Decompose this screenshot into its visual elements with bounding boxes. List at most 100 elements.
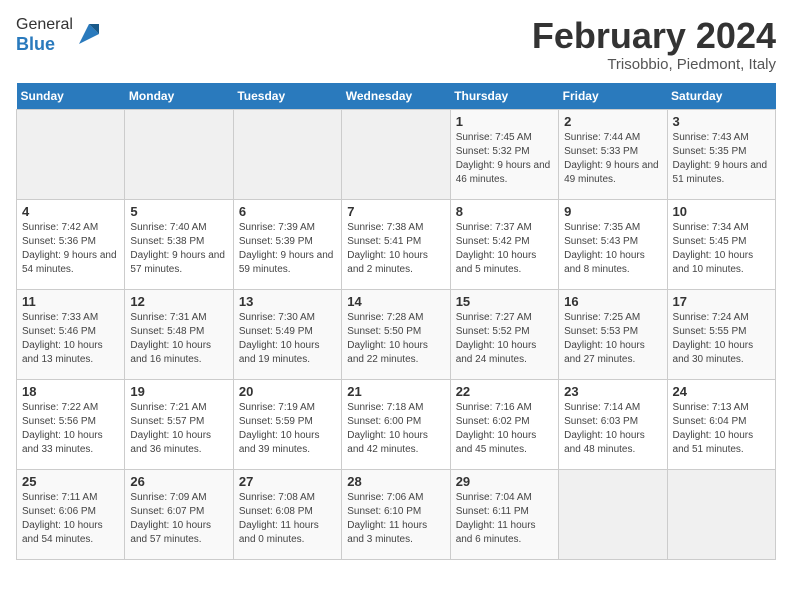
day-number: 16 [564, 294, 661, 309]
day-number: 7 [347, 204, 444, 219]
calendar-cell: 12Sunrise: 7:31 AMSunset: 5:48 PMDayligh… [125, 289, 233, 379]
calendar-cell [125, 109, 233, 199]
day-number: 1 [456, 114, 553, 129]
day-info: Sunrise: 7:31 AMSunset: 5:48 PMDaylight:… [130, 311, 227, 367]
day-info: Sunrise: 7:16 AMSunset: 6:02 PMDaylight:… [456, 401, 553, 457]
day-number: 19 [130, 384, 227, 399]
day-info: Sunrise: 7:13 AMSunset: 6:04 PMDaylight:… [673, 401, 770, 457]
logo-icon [75, 20, 103, 48]
calendar-cell: 22 Sunrise: 7:16 AMSunset: 6:02 PMDayligh… [450, 379, 558, 469]
calendar-cell: 20 Sunrise: 7:19 AMSunset: 5:59 PMDayligh… [233, 379, 341, 469]
calendar-cell: 16 Sunrise: 7:25 AMSunset: 5:53 PMDayligh… [559, 289, 667, 379]
calendar-title: February 2024 [532, 16, 776, 56]
calendar-cell: 26 Sunrise: 7:09 AMSunset: 6:07 PMDayligh… [125, 469, 233, 559]
header-thursday: Thursday [450, 83, 558, 110]
days-header-row: Sunday Monday Tuesday Wednesday Thursday… [17, 83, 776, 110]
calendar-cell: 29Sunrise: 7:04 AMSunset: 6:11 PMDayligh… [450, 469, 558, 559]
day-number: 5 [130, 204, 227, 219]
day-number: 28 [347, 474, 444, 489]
calendar-cell: 7 Sunrise: 7:38 AMSunset: 5:41 PMDaylight… [342, 199, 450, 289]
day-info: Sunrise: 7:22 AMSunset: 5:56 PMDaylight:… [22, 401, 119, 457]
day-number: 3 [673, 114, 770, 129]
day-info: Sunrise: 7:25 AMSunset: 5:53 PMDaylight:… [564, 311, 661, 367]
calendar-cell: 4 Sunrise: 7:42 AMSunset: 5:36 PMDaylight… [17, 199, 125, 289]
calendar-cell: 2 Sunrise: 7:44 AMSunset: 5:33 PMDaylight… [559, 109, 667, 199]
calendar-cell [233, 109, 341, 199]
calendar-cell: 17Sunrise: 7:24 AMSunset: 5:55 PMDayligh… [667, 289, 775, 379]
day-number: 11 [22, 294, 119, 309]
day-number: 8 [456, 204, 553, 219]
day-number: 14 [347, 294, 444, 309]
day-info: Sunrise: 7:38 AMSunset: 5:41 PMDaylight:… [347, 221, 444, 277]
calendar-cell: 27 Sunrise: 7:08 AMSunset: 6:08 PMDayligh… [233, 469, 341, 559]
calendar-week-3: 11Sunrise: 7:33 AMSunset: 5:46 PMDayligh… [17, 289, 776, 379]
day-info: Sunrise: 7:21 AMSunset: 5:57 PMDaylight:… [130, 401, 227, 457]
calendar-week-4: 18Sunrise: 7:22 AMSunset: 5:56 PMDayligh… [17, 379, 776, 469]
calendar-cell: 24 Sunrise: 7:13 AMSunset: 6:04 PMDayligh… [667, 379, 775, 469]
header-tuesday: Tuesday [233, 83, 341, 110]
header: General Blue February 2024 Trisobbio, Pi… [16, 16, 776, 73]
day-info: Sunrise: 7:45 AMSunset: 5:32 PMDaylight:… [456, 131, 553, 187]
day-info: Sunrise: 7:30 AMSunset: 5:49 PMDaylight:… [239, 311, 336, 367]
calendar-subtitle: Trisobbio, Piedmont, Italy [532, 56, 776, 73]
calendar-cell: 1 Sunrise: 7:45 AMSunset: 5:32 PMDaylight… [450, 109, 558, 199]
day-number: 9 [564, 204, 661, 219]
logo-general-text: General [16, 16, 73, 33]
day-info: Sunrise: 7:35 AMSunset: 5:43 PMDaylight:… [564, 221, 661, 277]
day-number: 17 [673, 294, 770, 309]
day-info: Sunrise: 7:09 AMSunset: 6:07 PMDaylight:… [130, 491, 227, 547]
header-friday: Friday [559, 83, 667, 110]
calendar-cell: 18Sunrise: 7:22 AMSunset: 5:56 PMDayligh… [17, 379, 125, 469]
calendar-table: Sunday Monday Tuesday Wednesday Thursday… [16, 83, 776, 560]
calendar-cell: 15 Sunrise: 7:27 AMSunset: 5:52 PMDayligh… [450, 289, 558, 379]
calendar-cell [667, 469, 775, 559]
day-info: Sunrise: 7:39 AMSunset: 5:39 PMDaylight:… [239, 221, 336, 277]
day-number: 27 [239, 474, 336, 489]
calendar-cell [559, 469, 667, 559]
day-info: Sunrise: 7:08 AMSunset: 6:08 PMDaylight:… [239, 491, 336, 547]
day-info: Sunrise: 7:37 AMSunset: 5:42 PMDaylight:… [456, 221, 553, 277]
day-info: Sunrise: 7:44 AMSunset: 5:33 PMDaylight:… [564, 131, 661, 187]
day-number: 22 [456, 384, 553, 399]
day-number: 2 [564, 114, 661, 129]
day-number: 4 [22, 204, 119, 219]
header-sunday: Sunday [17, 83, 125, 110]
calendar-cell: 3Sunrise: 7:43 AMSunset: 5:35 PMDaylight… [667, 109, 775, 199]
calendar-cell: 5 Sunrise: 7:40 AMSunset: 5:38 PMDaylight… [125, 199, 233, 289]
day-info: Sunrise: 7:42 AMSunset: 5:36 PMDaylight:… [22, 221, 119, 277]
calendar-cell: 10 Sunrise: 7:34 AMSunset: 5:45 PMDayligh… [667, 199, 775, 289]
day-info: Sunrise: 7:27 AMSunset: 5:52 PMDaylight:… [456, 311, 553, 367]
calendar-cell: 19 Sunrise: 7:21 AMSunset: 5:57 PMDayligh… [125, 379, 233, 469]
day-number: 15 [456, 294, 553, 309]
day-info: Sunrise: 7:40 AMSunset: 5:38 PMDaylight:… [130, 221, 227, 277]
calendar-cell: 21 Sunrise: 7:18 AMSunset: 6:00 PMDayligh… [342, 379, 450, 469]
calendar-cell [342, 109, 450, 199]
day-number: 21 [347, 384, 444, 399]
calendar-cell: 11Sunrise: 7:33 AMSunset: 5:46 PMDayligh… [17, 289, 125, 379]
day-number: 20 [239, 384, 336, 399]
logo-blue-text: Blue [16, 34, 55, 54]
header-monday: Monday [125, 83, 233, 110]
day-number: 24 [673, 384, 770, 399]
header-saturday: Saturday [667, 83, 775, 110]
day-info: Sunrise: 7:18 AMSunset: 6:00 PMDaylight:… [347, 401, 444, 457]
day-number: 23 [564, 384, 661, 399]
header-wednesday: Wednesday [342, 83, 450, 110]
day-info: Sunrise: 7:28 AMSunset: 5:50 PMDaylight:… [347, 311, 444, 367]
calendar-cell: 25Sunrise: 7:11 AMSunset: 6:06 PMDayligh… [17, 469, 125, 559]
day-info: Sunrise: 7:34 AMSunset: 5:45 PMDaylight:… [673, 221, 770, 277]
day-info: Sunrise: 7:19 AMSunset: 5:59 PMDaylight:… [239, 401, 336, 457]
day-info: Sunrise: 7:06 AMSunset: 6:10 PMDaylight:… [347, 491, 444, 547]
day-info: Sunrise: 7:04 AMSunset: 6:11 PMDaylight:… [456, 491, 553, 547]
day-number: 10 [673, 204, 770, 219]
day-info: Sunrise: 7:14 AMSunset: 6:03 PMDaylight:… [564, 401, 661, 457]
calendar-week-5: 25Sunrise: 7:11 AMSunset: 6:06 PMDayligh… [17, 469, 776, 559]
calendar-week-2: 4 Sunrise: 7:42 AMSunset: 5:36 PMDaylight… [17, 199, 776, 289]
calendar-cell: 9 Sunrise: 7:35 AMSunset: 5:43 PMDaylight… [559, 199, 667, 289]
day-number: 6 [239, 204, 336, 219]
day-info: Sunrise: 7:11 AMSunset: 6:06 PMDaylight:… [22, 491, 119, 547]
day-number: 26 [130, 474, 227, 489]
calendar-cell: 13Sunrise: 7:30 AMSunset: 5:49 PMDayligh… [233, 289, 341, 379]
calendar-cell: 28 Sunrise: 7:06 AMSunset: 6:10 PMDayligh… [342, 469, 450, 559]
logo: General Blue [16, 16, 103, 55]
